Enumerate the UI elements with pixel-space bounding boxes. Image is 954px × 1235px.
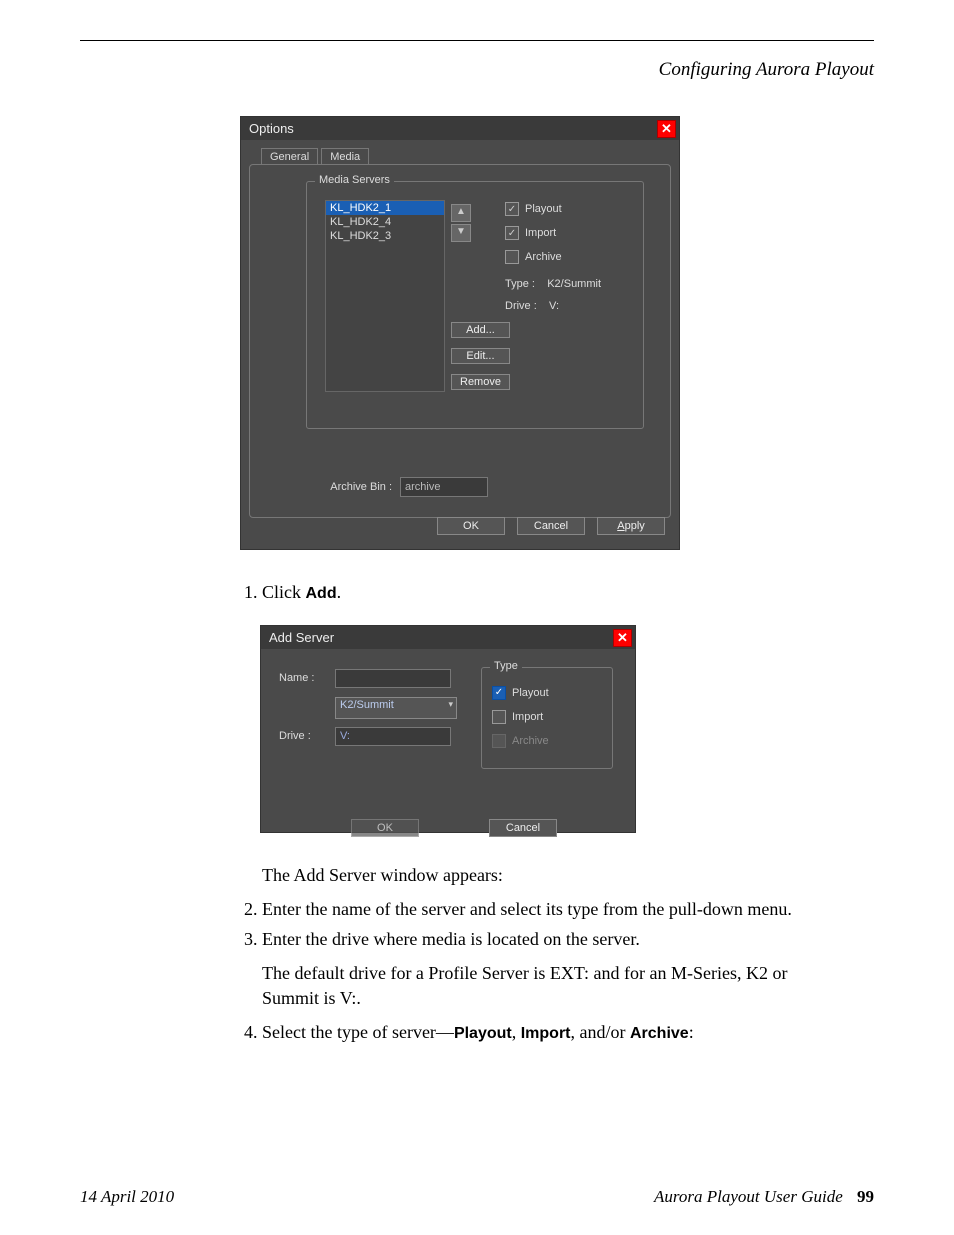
checkbox-import[interactable]: ✓ xyxy=(505,226,519,240)
group-label: Type xyxy=(490,660,522,672)
type-value: K2/Summit xyxy=(547,278,601,290)
move-down-button[interactable]: ▼ xyxy=(451,224,471,242)
checkbox-playout[interactable]: ✓ xyxy=(492,686,506,700)
close-icon[interactable]: ✕ xyxy=(657,120,676,138)
remove-button[interactable]: Remove xyxy=(451,374,510,390)
media-servers-group: Media Servers KL_HDK2_1 KL_HDK2_4 KL_HDK… xyxy=(306,181,644,429)
edit-button[interactable]: Edit... xyxy=(451,348,510,364)
type-select[interactable]: K2/Summit xyxy=(335,697,457,719)
apply-button[interactable]: Apply xyxy=(597,517,665,535)
cancel-button[interactable]: Cancel xyxy=(489,819,557,837)
list-item[interactable]: KL_HDK2_1 xyxy=(326,201,444,215)
name-input[interactable] xyxy=(335,669,451,688)
drive-label: Drive : xyxy=(279,730,323,742)
step-2: Enter the name of the server and select … xyxy=(262,897,794,921)
archive-bin-label: Archive Bin : xyxy=(312,481,392,493)
footer-date: 14 April 2010 xyxy=(80,1187,174,1207)
checkbox-archive[interactable] xyxy=(505,250,519,264)
checkbox-label: Archive xyxy=(525,251,562,263)
drive-value: V: xyxy=(549,300,559,312)
type-group: Type ✓ Playout Import Archive xyxy=(481,667,613,769)
section-heading: Configuring Aurora Playout xyxy=(80,59,874,81)
checkbox-label: Import xyxy=(512,711,543,723)
checkbox-import[interactable] xyxy=(492,710,506,724)
type-label: Type : xyxy=(505,278,535,290)
dialog-title: Add Server ✕ xyxy=(261,626,635,649)
paragraph: The Add Server window appears: xyxy=(262,863,794,887)
add-server-dialog: Add Server ✕ Name : K2/Summit Drive : Ty… xyxy=(260,625,636,833)
group-label: Media Servers xyxy=(315,174,394,186)
checkbox-playout[interactable]: ✓ xyxy=(505,202,519,216)
checkbox-archive xyxy=(492,734,506,748)
step-4: Select the type of server—Playout, Impor… xyxy=(262,1020,794,1045)
move-up-button[interactable]: ▲ xyxy=(451,204,471,222)
ok-button[interactable]: OK xyxy=(437,517,505,535)
cancel-button[interactable]: Cancel xyxy=(517,517,585,535)
close-icon[interactable]: ✕ xyxy=(613,629,632,647)
drive-label: Drive : xyxy=(505,300,537,312)
archive-bin-input[interactable] xyxy=(400,477,488,497)
checkbox-label: Import xyxy=(525,227,556,239)
dialog-title-text: Add Server xyxy=(269,630,334,645)
footer-book: Aurora Playout User Guide xyxy=(654,1187,843,1206)
drive-input[interactable] xyxy=(335,727,451,746)
list-item[interactable]: KL_HDK2_3 xyxy=(326,229,444,243)
dialog-title: Options ✕ xyxy=(241,117,679,140)
checkbox-label: Playout xyxy=(525,203,562,215)
ok-button[interactable]: OK xyxy=(351,819,419,837)
dialog-title-text: Options xyxy=(249,121,294,136)
checkbox-label: Archive xyxy=(512,735,549,747)
options-dialog: Options ✕ General Media Media Servers KL… xyxy=(240,116,680,550)
tab-media[interactable]: Media xyxy=(321,148,369,165)
list-item[interactable]: KL_HDK2_4 xyxy=(326,215,444,229)
checkbox-label: Playout xyxy=(512,687,549,699)
step-1: Click Add. xyxy=(262,580,794,605)
paragraph: The default drive for a Profile Server i… xyxy=(262,961,794,1010)
footer-page: 99 xyxy=(857,1187,874,1206)
add-button[interactable]: Add... xyxy=(451,322,510,338)
step-3: Enter the drive where media is located o… xyxy=(262,927,794,951)
server-list[interactable]: KL_HDK2_1 KL_HDK2_4 KL_HDK2_3 xyxy=(325,200,445,392)
name-label: Name : xyxy=(279,672,323,684)
tab-general[interactable]: General xyxy=(261,148,318,165)
